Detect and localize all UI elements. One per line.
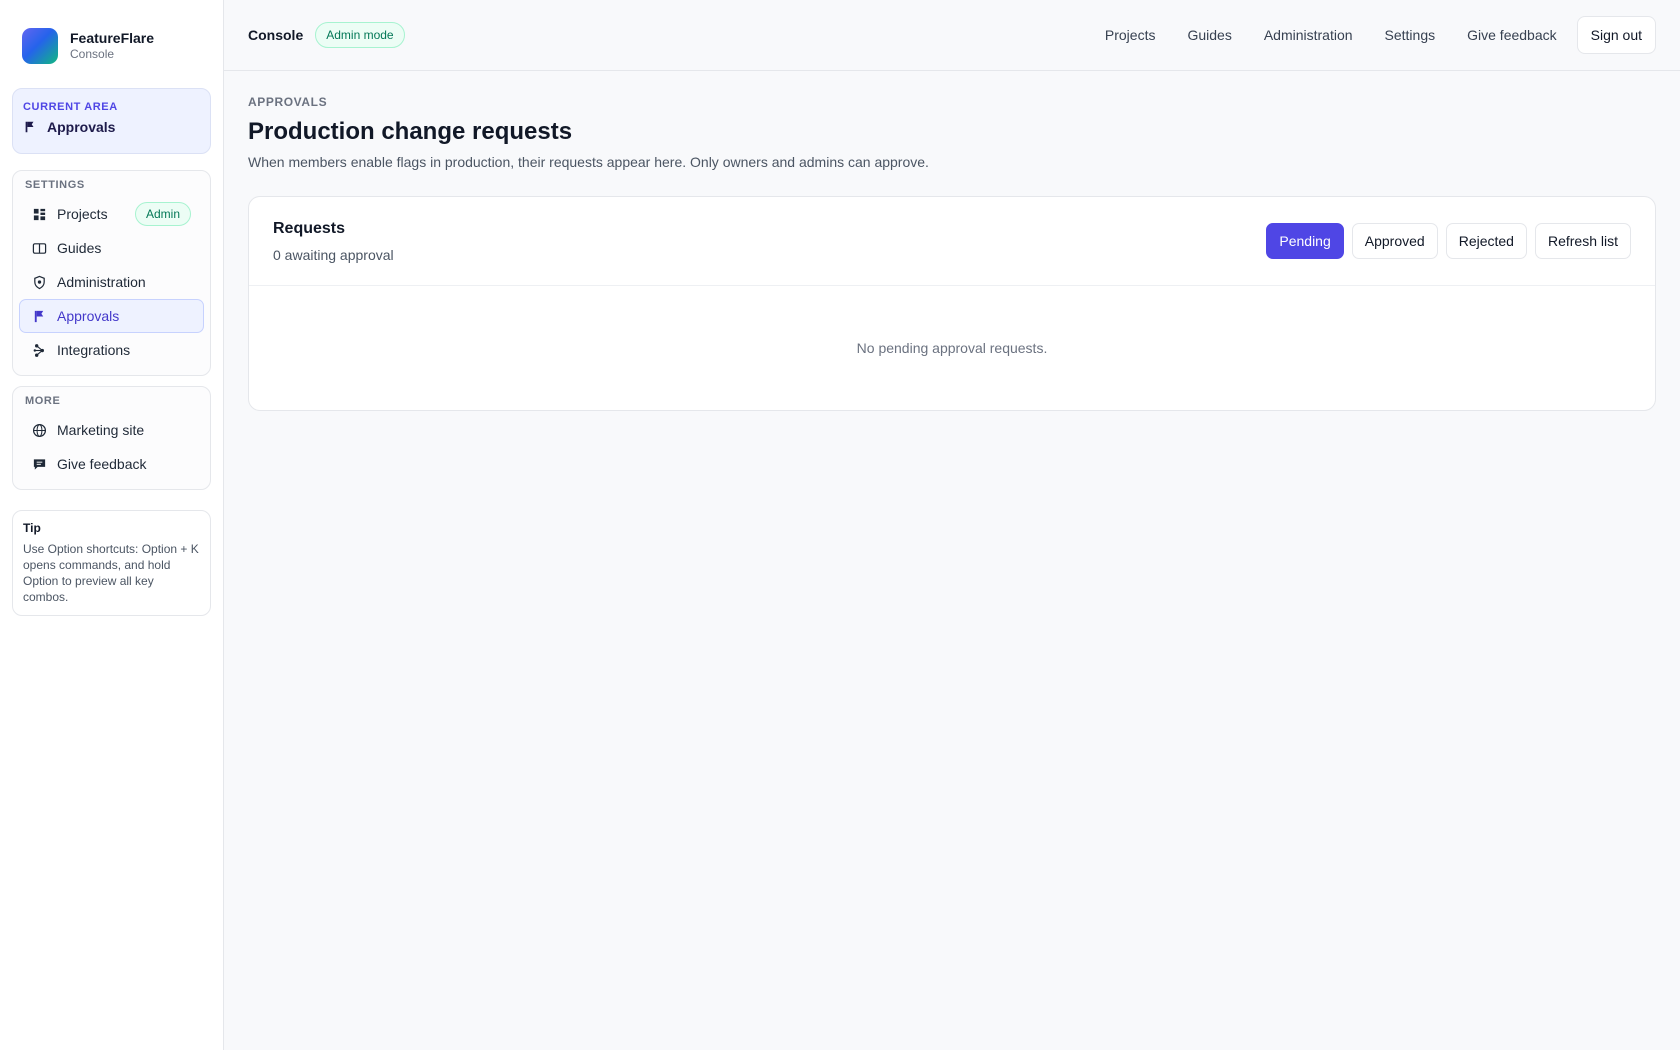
requests-card-header: Requests 0 awaiting approval Pending App… <box>249 197 1655 286</box>
page-eyebrow: APPROVALS <box>248 95 328 109</box>
projects-icon <box>33 208 46 220</box>
sidebar-item-marketing-site[interactable]: Marketing site <box>19 413 204 447</box>
sidebar: FeatureFlare Console CURRENT AREA Approv… <box>0 0 224 1050</box>
book-icon <box>32 242 47 254</box>
sidebar-item-label: Projects <box>57 206 108 222</box>
topnav-projects[interactable]: Projects <box>1105 27 1156 43</box>
integrations-icon <box>33 343 44 357</box>
sidebar-item-label: Approvals <box>57 308 120 324</box>
tip-card: Tip Use Option shortcuts: Option + K ope… <box>12 510 211 616</box>
sidebar-item-guides[interactable]: Guides <box>19 231 204 265</box>
refresh-list-button[interactable]: Refresh list <box>1534 223 1631 259</box>
brand-subtitle: Console <box>70 47 115 61</box>
sidebar-item-give-feedback[interactable]: Give feedback <box>19 447 204 481</box>
sidebar-item-label: Give feedback <box>57 456 147 472</box>
sign-out-button[interactable]: Sign out <box>1576 16 1656 54</box>
filter-approved-button[interactable]: Approved <box>1351 223 1438 259</box>
filter-pending-button[interactable]: Pending <box>1266 223 1344 259</box>
settings-section-label: SETTINGS <box>25 179 85 191</box>
main-content: APPROVALS Production change requests Whe… <box>248 95 1656 411</box>
requests-count: 0 awaiting approval <box>273 246 394 263</box>
sidebar-item-label: Administration <box>57 274 146 290</box>
brand[interactable]: FeatureFlare Console <box>12 0 211 92</box>
shield-icon <box>34 275 45 289</box>
requests-title: Requests <box>273 219 346 237</box>
top-nav: Projects Guides Administration Settings … <box>1073 16 1656 54</box>
topnav-settings[interactable]: Settings <box>1385 27 1436 43</box>
page-title: Production change requests <box>248 118 573 145</box>
current-area-value: Approvals <box>47 119 116 135</box>
admin-badge: Admin <box>134 202 191 226</box>
settings-nav: SETTINGS Projects Admin Guides Administr… <box>12 170 211 376</box>
globe-icon <box>32 423 47 437</box>
current-area-label: CURRENT AREA <box>23 101 118 113</box>
more-nav: MORE Marketing site Give feedback <box>12 386 211 490</box>
topnav-administration[interactable]: Administration <box>1264 27 1353 43</box>
topbar-title: Console <box>248 27 304 43</box>
sidebar-item-administration[interactable]: Administration <box>19 265 204 299</box>
brand-name: FeatureFlare <box>70 30 155 46</box>
more-section-label: MORE <box>25 395 61 407</box>
sidebar-item-integrations[interactable]: Integrations <box>19 333 204 367</box>
topnav-give-feedback[interactable]: Give feedback <box>1467 27 1557 43</box>
filter-group: Pending Approved Rejected Refresh list <box>1258 223 1631 259</box>
empty-state-message: No pending approval requests. <box>856 340 1048 356</box>
sidebar-item-label: Integrations <box>57 342 131 358</box>
sidebar-item-approvals[interactable]: Approvals <box>19 299 204 333</box>
tip-text: Use Option shortcuts: Option + K opens c… <box>23 542 199 604</box>
topnav-guides[interactable]: Guides <box>1187 27 1231 43</box>
sidebar-item-label: Guides <box>57 240 102 256</box>
sidebar-item-projects[interactable]: Projects Admin <box>19 197 204 231</box>
chat-icon <box>33 458 46 470</box>
admin-mode-badge: Admin mode <box>315 22 405 48</box>
top-bar: Console Admin mode Projects Guides Admin… <box>224 0 1680 71</box>
brand-logo <box>22 28 58 64</box>
filter-rejected-button[interactable]: Rejected <box>1445 223 1527 259</box>
requests-card: Requests 0 awaiting approval Pending App… <box>248 196 1656 411</box>
current-area-card: CURRENT AREA Approvals <box>12 88 211 154</box>
flag-icon <box>34 310 44 322</box>
tip-title: Tip <box>23 521 41 535</box>
page-description: When members enable flags in production,… <box>248 154 929 170</box>
flag-icon <box>25 121 34 133</box>
sidebar-item-label: Marketing site <box>57 422 145 438</box>
